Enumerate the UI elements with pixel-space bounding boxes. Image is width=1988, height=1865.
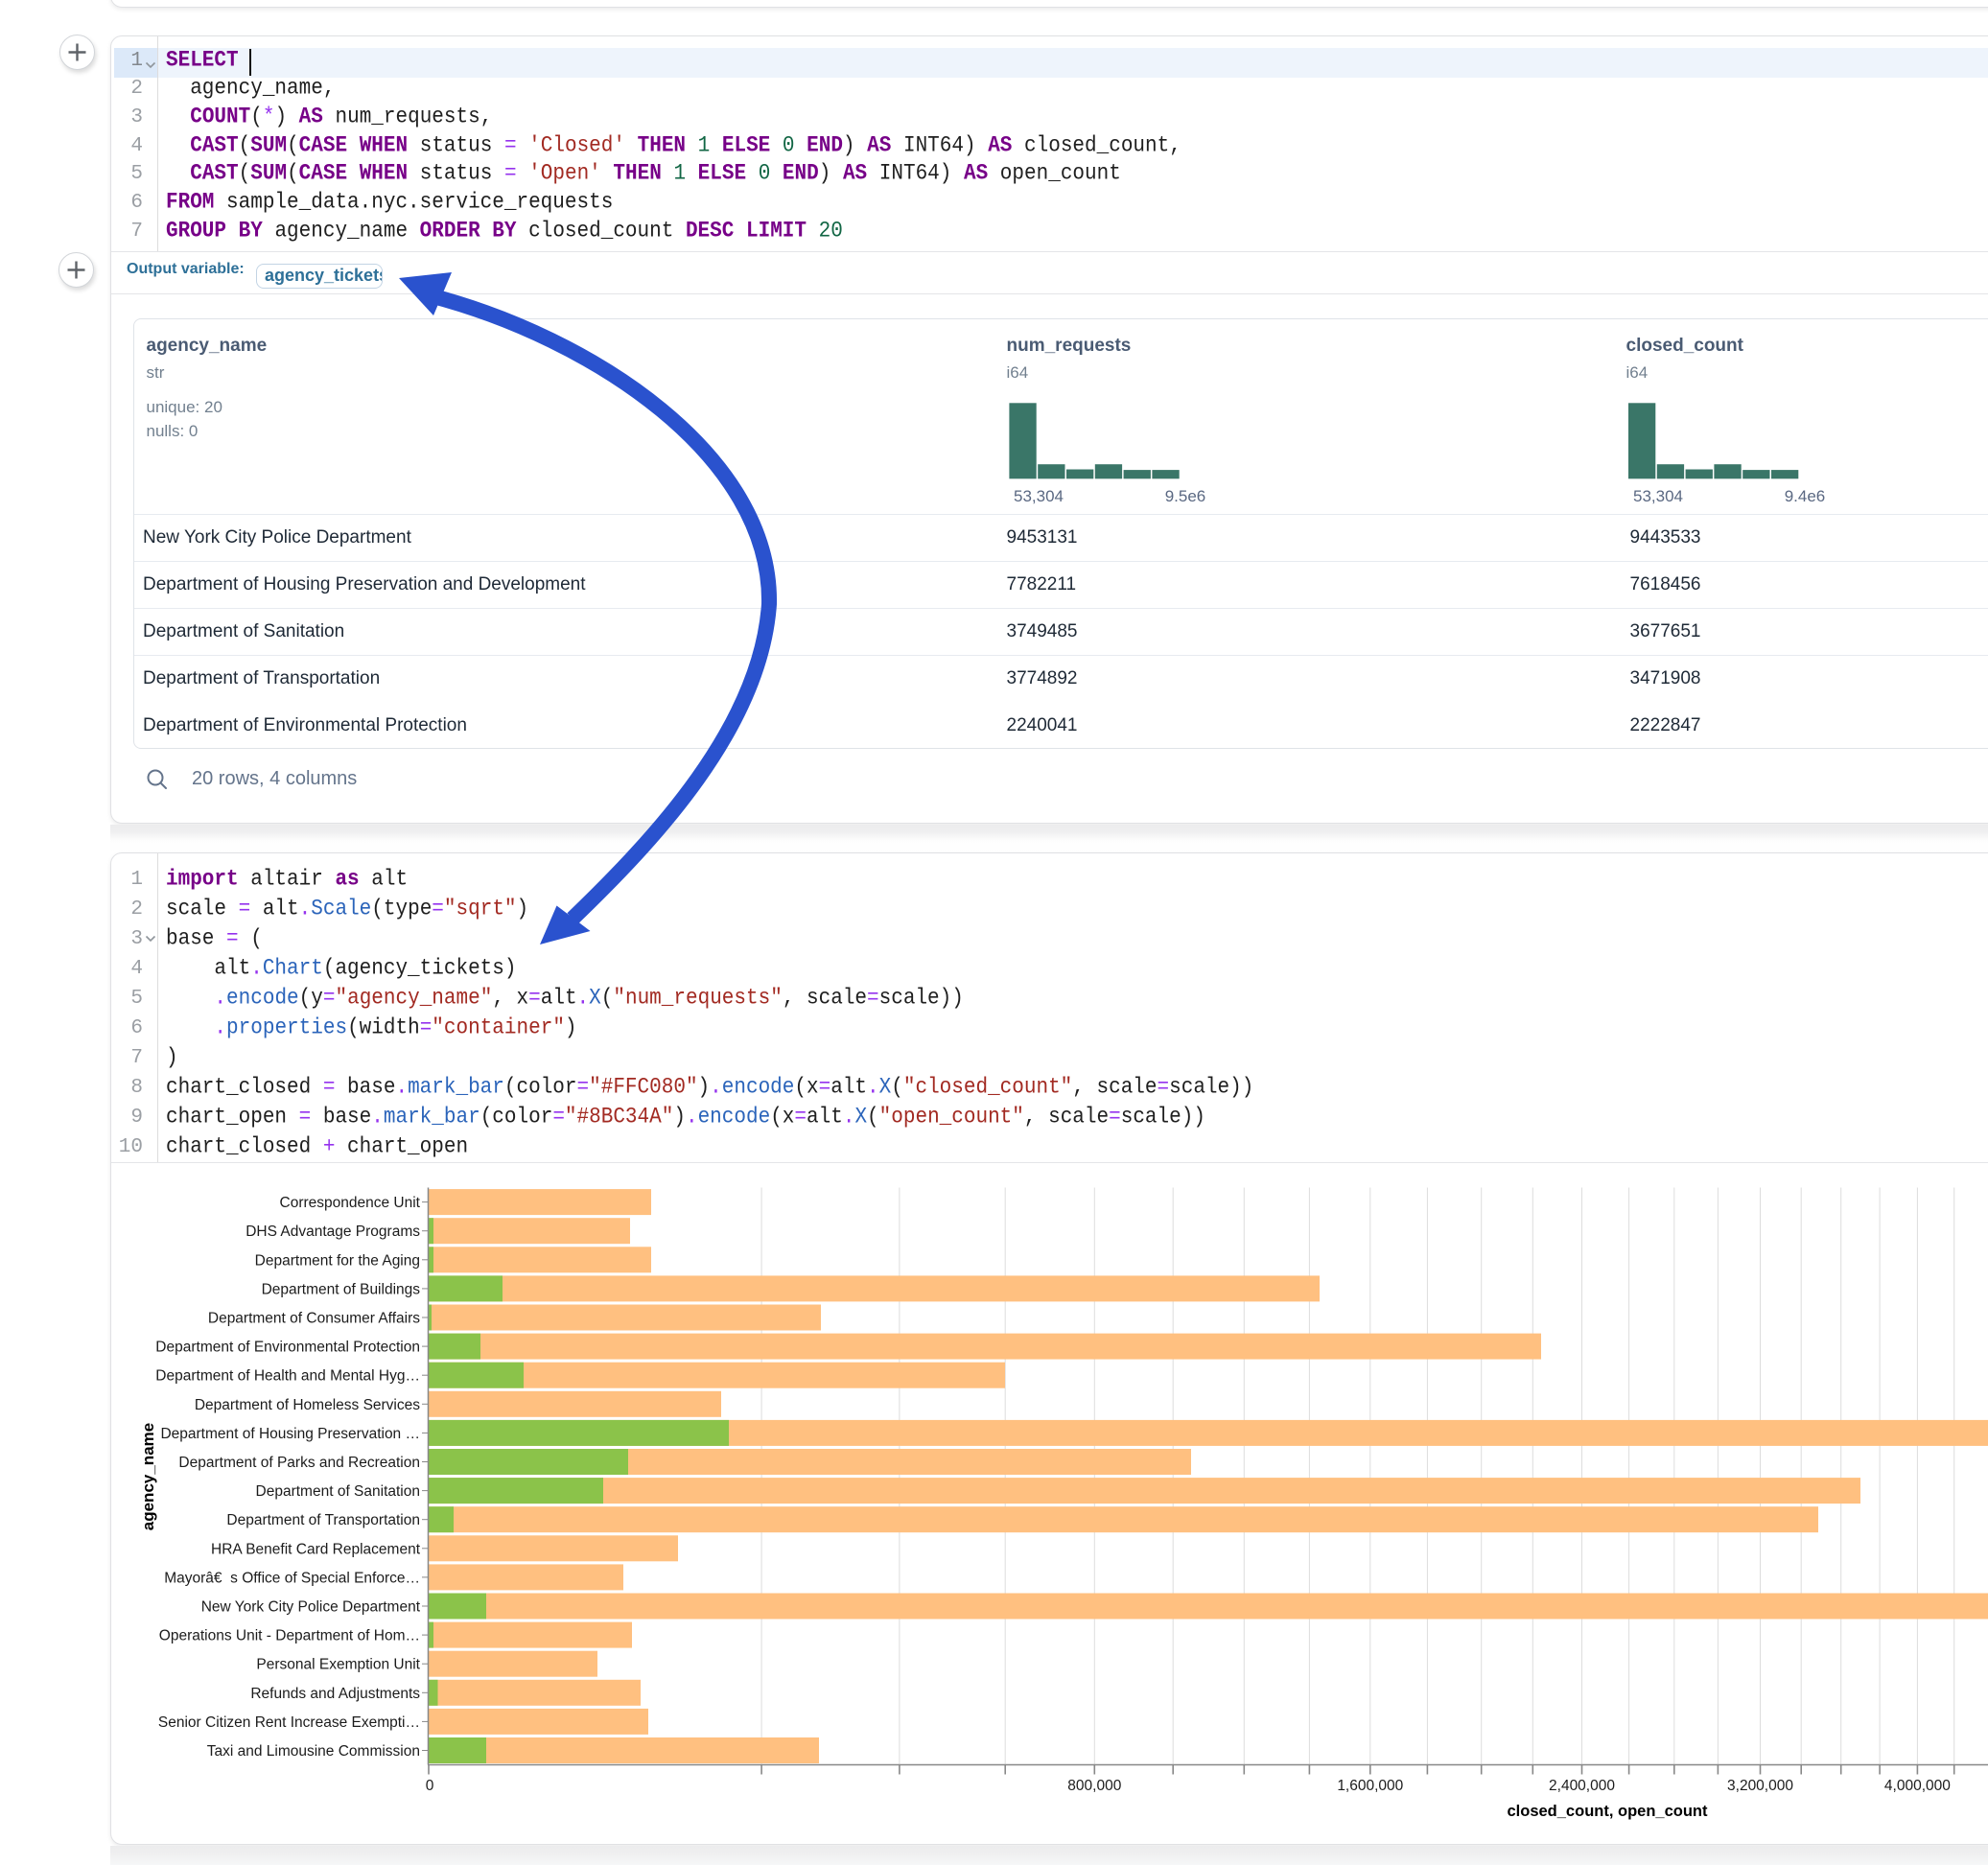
- svg-text:Department of Housing Preserva: Department of Housing Preservation …: [160, 1426, 420, 1442]
- svg-text:Department of Homeless Service: Department of Homeless Services: [195, 1397, 420, 1413]
- svg-text:Operations Unit - Department o: Operations Unit - Department of Hom…: [159, 1628, 420, 1644]
- svg-text:0: 0: [426, 1778, 434, 1794]
- svg-text:Department of Environmental Pr: Department of Environmental Protection: [155, 1340, 420, 1356]
- svg-text:Department of Transportation: Department of Transportation: [226, 1512, 420, 1528]
- svg-text:9.5e6: 9.5e6: [1165, 487, 1206, 505]
- svg-text:Mayorâ€ s Office of Special E: Mayorâ€ s Office of Special Enforce…: [164, 1570, 420, 1586]
- svg-text:1,600,000: 1,600,000: [1337, 1778, 1403, 1794]
- svg-text:HRA Benefit Card Replacement: HRA Benefit Card Replacement: [211, 1541, 421, 1557]
- svg-text:Department of Sanitation: Department of Sanitation: [256, 1483, 420, 1500]
- svg-text:53,304: 53,304: [1633, 487, 1683, 505]
- svg-text:3,200,000: 3,200,000: [1727, 1778, 1793, 1794]
- svg-text:Department for the Aging: Department for the Aging: [255, 1252, 420, 1269]
- svg-text:Correspondence Unit: Correspondence Unit: [280, 1195, 421, 1211]
- svg-text:DHS Advantage Programs: DHS Advantage Programs: [246, 1224, 420, 1240]
- svg-text:Senior Citizen Rent Increase E: Senior Citizen Rent Increase Exempti…: [158, 1714, 420, 1731]
- svg-text:Department of Buildings: Department of Buildings: [262, 1281, 421, 1297]
- svg-text:53,304: 53,304: [1014, 487, 1064, 505]
- svg-text:Department of Consumer Affairs: Department of Consumer Affairs: [208, 1311, 420, 1327]
- svg-text:Taxi and Limousine Commission: Taxi and Limousine Commission: [207, 1743, 420, 1760]
- svg-text:agency_name: agency_name: [139, 1423, 157, 1530]
- svg-text:Department of Parks and Recrea: Department of Parks and Recreation: [178, 1455, 420, 1471]
- svg-text:800,000: 800,000: [1067, 1778, 1121, 1794]
- svg-text:Department of Health and Menta: Department of Health and Mental Hyg…: [155, 1368, 420, 1385]
- svg-text:Personal Exemption Unit: Personal Exemption Unit: [256, 1657, 420, 1673]
- svg-text:Refunds and Adjustments: Refunds and Adjustments: [250, 1686, 420, 1702]
- svg-text:9.4e6: 9.4e6: [1785, 487, 1826, 505]
- svg-text:closed_count, open_count: closed_count, open_count: [1507, 1803, 1708, 1820]
- svg-text:New York City Police Departmen: New York City Police Department: [201, 1599, 421, 1616]
- svg-text:4,000,000: 4,000,000: [1884, 1778, 1951, 1794]
- svg-text:2,400,000: 2,400,000: [1549, 1778, 1615, 1794]
